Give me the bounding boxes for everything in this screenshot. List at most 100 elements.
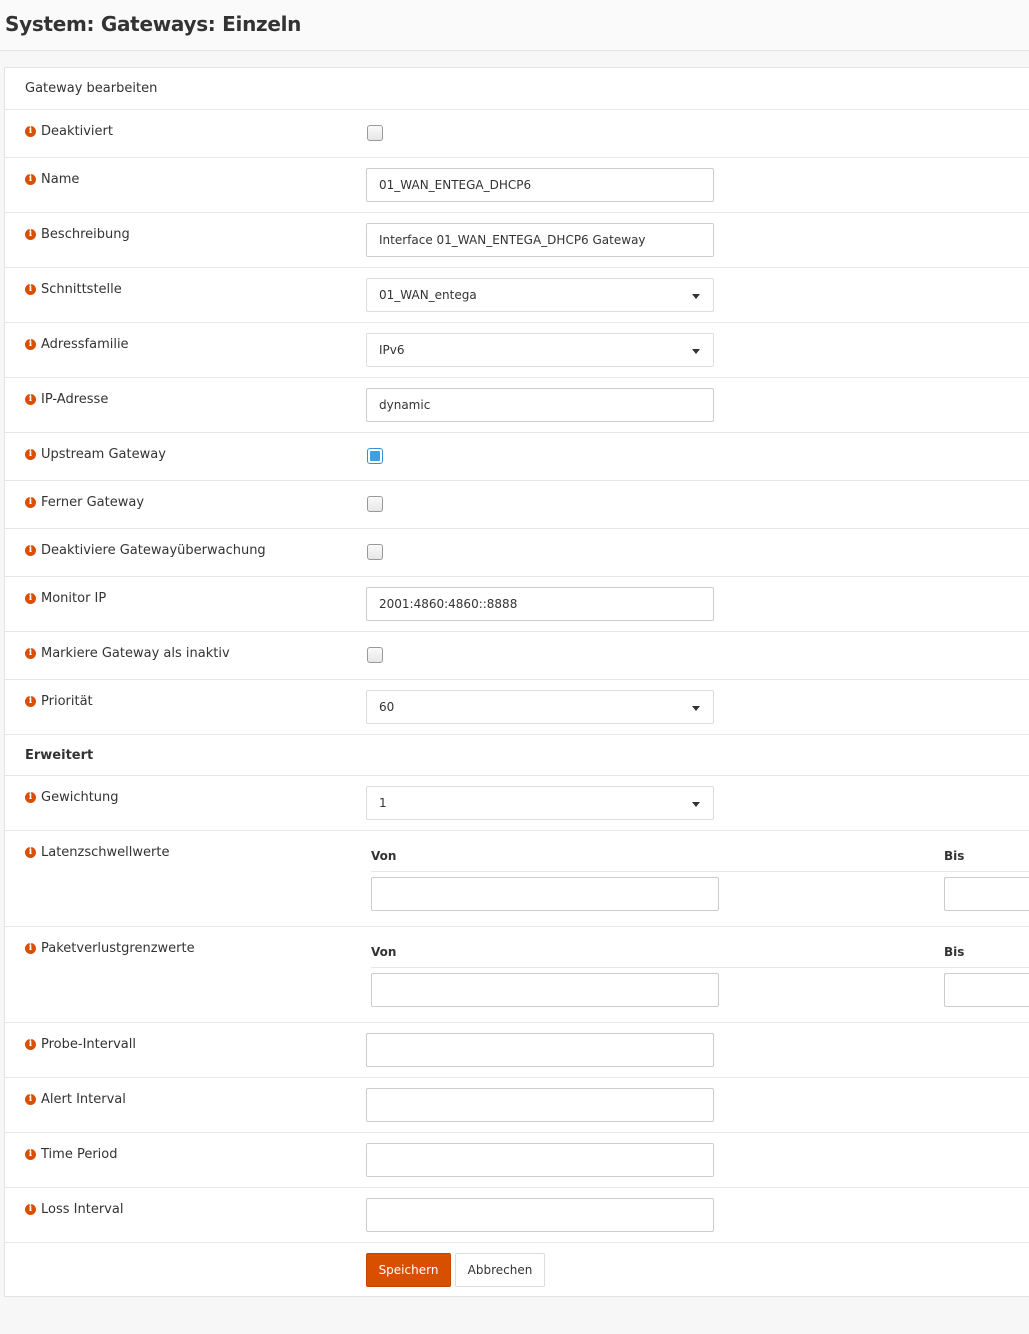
info-icon[interactable]: i: [25, 126, 36, 137]
upstream-gateway-checkbox[interactable]: [367, 448, 383, 464]
caret-down-icon: [692, 349, 700, 354]
row-ip-address: i IP-Adresse: [5, 377, 1029, 432]
info-icon[interactable]: i: [25, 545, 36, 556]
interface-select[interactable]: 01_WAN_entega: [366, 278, 714, 312]
disabled-checkbox[interactable]: [367, 125, 383, 141]
field-label: Loss Interval: [41, 1202, 124, 1217]
row-loss-interval: i Loss Interval: [5, 1187, 1029, 1242]
info-icon[interactable]: i: [25, 648, 36, 659]
divider: [371, 967, 1029, 968]
info-icon[interactable]: i: [25, 229, 36, 240]
row-weight: i Gewichtung 1: [5, 775, 1029, 830]
latency-from-input[interactable]: [371, 877, 719, 911]
row-priority: i Priorität 60: [5, 679, 1029, 734]
advanced-section-title: Erweitert: [25, 748, 94, 763]
field-label: Priorität: [41, 694, 93, 709]
info-icon[interactable]: i: [25, 339, 36, 350]
field-label: Beschreibung: [41, 227, 130, 242]
gateway-form-panel: Gateway bearbeiten iDeaktiviert iName iB…: [4, 67, 1029, 1297]
info-icon[interactable]: i: [25, 1149, 36, 1160]
field-label: Name: [41, 172, 80, 187]
row-advanced-header: Erweitert: [5, 734, 1029, 775]
field-label: Ferner Gateway: [41, 495, 145, 510]
field-label: Schnittstelle: [41, 282, 122, 297]
latency-to-input[interactable]: [944, 877, 1029, 911]
info-icon[interactable]: i: [25, 1039, 36, 1050]
info-icon[interactable]: i: [25, 696, 36, 707]
info-icon[interactable]: i: [25, 449, 36, 460]
priority-select-value: 60: [379, 700, 395, 714]
info-icon[interactable]: i: [25, 847, 36, 858]
ip-address-input[interactable]: [366, 388, 714, 422]
name-input[interactable]: [366, 168, 714, 202]
field-label: Deaktiviert: [41, 124, 113, 139]
interface-select-value: 01_WAN_entega: [379, 288, 477, 302]
loss-interval-input[interactable]: [366, 1198, 714, 1232]
field-label: Latenzschwellwerte: [41, 845, 170, 860]
field-label: Deaktiviere Gatewayüberwachung: [41, 543, 266, 558]
info-icon[interactable]: i: [25, 1094, 36, 1105]
row-disable-monitoring: i Deaktiviere Gatewayüberwachung: [5, 528, 1029, 576]
field-label: Markiere Gateway als inaktiv: [41, 646, 230, 661]
page-title: System: Gateways: Einzeln: [5, 12, 302, 36]
priority-select[interactable]: 60: [366, 690, 714, 724]
description-input[interactable]: [366, 223, 714, 257]
weight-select[interactable]: 1: [366, 786, 714, 820]
panel-header-row: Gateway bearbeiten: [5, 68, 1029, 109]
field-label: Paketverlustgrenzwerte: [41, 941, 195, 956]
field-label: Gewichtung: [41, 790, 119, 805]
address-family-select-value: IPv6: [379, 343, 405, 357]
alert-interval-input[interactable]: [366, 1088, 714, 1122]
info-icon[interactable]: i: [25, 394, 36, 405]
caret-down-icon: [692, 706, 700, 711]
loss-from-label: Von: [371, 945, 397, 959]
row-latency: i Latenzschwellwerte Von Bis: [5, 830, 1029, 926]
info-icon[interactable]: i: [25, 593, 36, 604]
row-address-family: i Adressfamilie IPv6: [5, 322, 1029, 377]
save-button[interactable]: Speichern: [366, 1253, 451, 1287]
row-monitor-ip: i Monitor IP: [5, 576, 1029, 631]
info-icon[interactable]: i: [25, 1204, 36, 1215]
cancel-button[interactable]: Abbrechen: [455, 1253, 545, 1287]
row-interface: i Schnittstelle 01_WAN_entega: [5, 267, 1029, 322]
field-label: Adressfamilie: [41, 337, 129, 352]
field-label: Time Period: [41, 1147, 118, 1162]
row-disabled: i Deaktiviert: [5, 109, 1029, 157]
row-upstream-gateway: i Upstream Gateway: [5, 432, 1029, 480]
info-icon[interactable]: i: [25, 284, 36, 295]
probe-interval-input[interactable]: [366, 1033, 714, 1067]
row-far-gateway: i Ferner Gateway: [5, 480, 1029, 528]
field-label: Monitor IP: [41, 591, 107, 606]
panel-header: Gateway bearbeiten: [25, 81, 158, 96]
row-mark-inactive: i Markiere Gateway als inaktiv: [5, 631, 1029, 679]
row-actions: Speichern Abbrechen: [5, 1242, 1029, 1298]
info-icon[interactable]: i: [25, 497, 36, 508]
loss-from-input[interactable]: [371, 973, 719, 1007]
row-loss: i Paketverlustgrenzwerte Von Bis: [5, 926, 1029, 1022]
loss-to-input[interactable]: [944, 973, 1029, 1007]
info-icon[interactable]: i: [25, 943, 36, 954]
info-icon[interactable]: i: [25, 792, 36, 803]
field-label: IP-Adresse: [41, 392, 109, 407]
caret-down-icon: [692, 802, 700, 807]
latency-to-label: Bis: [944, 849, 965, 863]
address-family-select[interactable]: IPv6: [366, 333, 714, 367]
row-time-period: i Time Period: [5, 1132, 1029, 1187]
info-icon[interactable]: i: [25, 174, 36, 185]
row-description: i Beschreibung: [5, 212, 1029, 267]
caret-down-icon: [692, 294, 700, 299]
far-gateway-checkbox[interactable]: [367, 496, 383, 512]
field-label: Alert Interval: [41, 1092, 126, 1107]
page-header: System: Gateways: Einzeln: [0, 0, 1029, 51]
row-name: i Name: [5, 157, 1029, 212]
latency-from-label: Von: [371, 849, 397, 863]
disable-monitoring-checkbox[interactable]: [367, 544, 383, 560]
mark-inactive-checkbox[interactable]: [367, 647, 383, 663]
row-alert-interval: i Alert Interval: [5, 1077, 1029, 1132]
field-label: Upstream Gateway: [41, 447, 166, 462]
monitor-ip-input[interactable]: [366, 587, 714, 621]
weight-select-value: 1: [379, 796, 387, 810]
time-period-input[interactable]: [366, 1143, 714, 1177]
divider: [371, 871, 1029, 872]
row-probe-interval: i Probe-Intervall: [5, 1022, 1029, 1077]
